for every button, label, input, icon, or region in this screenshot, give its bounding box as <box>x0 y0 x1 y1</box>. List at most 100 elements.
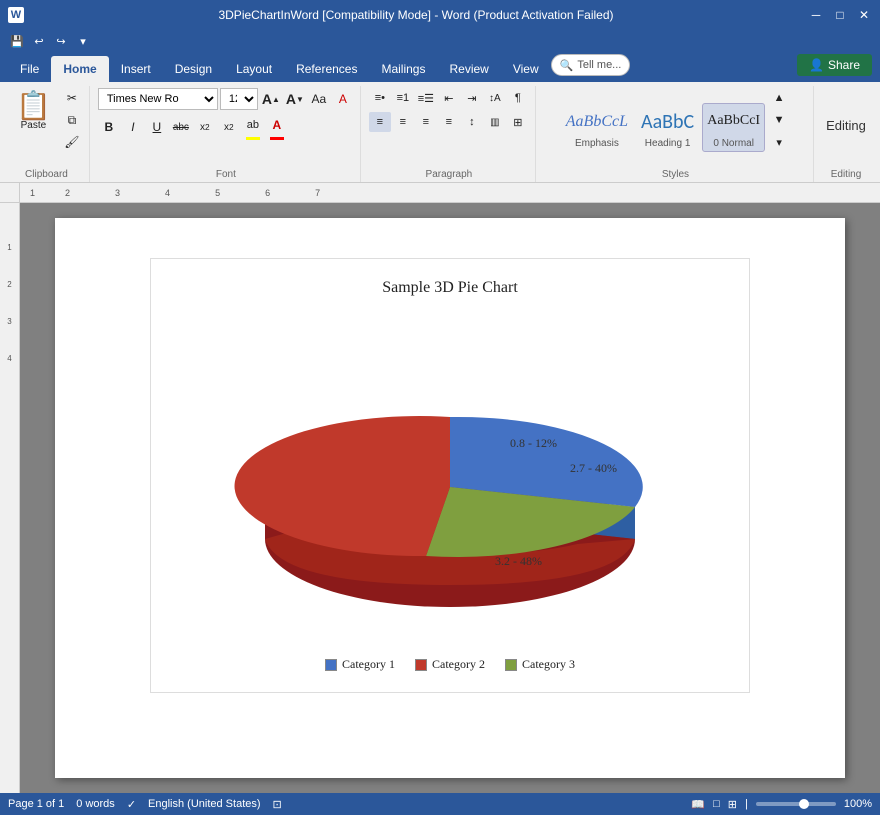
font-row-1: Times New Ro 12 A▲ A▼ Aa A <box>98 88 354 110</box>
font-row-2: B I U abc x2 x2 ab A <box>98 114 354 140</box>
minimize-button[interactable]: ─ <box>808 7 824 23</box>
close-button[interactable]: ✕ <box>856 7 872 23</box>
tab-view[interactable]: View <box>501 56 551 82</box>
increase-indent-button[interactable]: ⇥ <box>461 88 483 108</box>
doc-wrapper: 1 2 3 4 5 6 7 Sample 3D Pie Chart <box>20 183 880 793</box>
document-page: Sample 3D Pie Chart <box>55 218 845 778</box>
underline-button[interactable]: U <box>146 116 168 138</box>
clipboard-small-buttons: ✂ ⧉ 🖌 <box>61 88 83 152</box>
legend-color-cat2 <box>415 659 427 671</box>
share-button[interactable]: 👤 Share <box>797 54 872 76</box>
subscript-button[interactable]: x2 <box>194 116 216 138</box>
align-left-button[interactable]: ≡ <box>369 112 391 132</box>
tab-home[interactable]: Home <box>51 56 108 82</box>
restore-button[interactable]: □ <box>832 7 848 23</box>
font-group: Times New Ro 12 A▲ A▼ Aa A B I U abc x2 … <box>92 86 361 182</box>
tab-layout[interactable]: Layout <box>224 56 284 82</box>
text-highlight-wrapper: ab <box>242 114 264 140</box>
copy-button[interactable]: ⧉ <box>61 110 83 130</box>
tab-references[interactable]: References <box>284 56 369 82</box>
strikethrough-button[interactable]: abc <box>170 116 192 138</box>
spell-check-icon[interactable]: ✓ <box>127 798 136 811</box>
tab-mailings[interactable]: Mailings <box>369 56 437 82</box>
document-area: 1 2 3 4 1 2 3 4 5 6 7 Sample 3D Pie Char… <box>0 183 880 793</box>
customize-quick-button[interactable]: ▾ <box>74 32 92 50</box>
view-read-icon[interactable]: 📖 <box>691 798 705 811</box>
chart-title: Sample 3D Pie Chart <box>382 279 518 297</box>
text-color-wrapper: A <box>266 114 288 140</box>
shrink-font-button[interactable]: A▼ <box>284 88 306 110</box>
view-web-icon[interactable]: ⊞ <box>728 798 737 811</box>
tell-me-input[interactable]: 🔍 Tell me... <box>551 54 631 76</box>
text-color-bar <box>270 137 284 140</box>
styles-scroll-up[interactable]: ▲ <box>768 88 790 108</box>
style-emphasis[interactable]: AaBbCcL Emphasis <box>561 103 633 152</box>
paste-button[interactable]: 📋 Paste <box>10 88 57 135</box>
grow-font-button[interactable]: A▲ <box>260 88 282 110</box>
cat1-label: 2.7 - 40% <box>570 461 617 475</box>
bullets-button[interactable]: ≡• <box>369 88 391 108</box>
ruler-horizontal: 1 2 3 4 5 6 7 <box>20 183 880 203</box>
zoom-slider[interactable] <box>756 802 836 806</box>
status-bar: Page 1 of 1 0 words ✓ English (United St… <box>0 793 880 815</box>
clear-format-button[interactable]: A <box>332 88 354 110</box>
tell-me-label: Tell me... <box>577 59 621 71</box>
styles-scroll-down[interactable]: ▼ <box>768 110 790 130</box>
cut-button[interactable]: ✂ <box>61 88 83 108</box>
chart-container[interactable]: Sample 3D Pie Chart <box>150 258 750 693</box>
tab-design[interactable]: Design <box>163 56 224 82</box>
text-highlight-button[interactable]: ab <box>242 114 264 136</box>
clipboard-label: Clipboard <box>25 169 68 180</box>
normal-preview: AaBbCcI <box>707 106 760 138</box>
paragraph-group: ≡• ≡1 ≡☰ ⇤ ⇥ ↕A ¶ ≡ ≡ ≡ ≡ ↕ ▥ ⊞ Paragrap… <box>363 86 536 182</box>
styles-label: Styles <box>662 169 689 180</box>
font-label: Font <box>216 169 236 180</box>
legend-item-cat3: Category 3 <box>505 657 575 672</box>
redo-quick-button[interactable]: ↪ <box>52 32 70 50</box>
search-icon: 🔍 <box>560 59 574 72</box>
show-marks-button[interactable]: ¶ <box>507 88 529 108</box>
ribbon: 📋 Paste ✂ ⧉ 🖌 Clipboard Times New Ro 12 … <box>0 82 880 183</box>
tab-insert[interactable]: Insert <box>109 56 163 82</box>
editing-label: Editing <box>831 169 862 180</box>
styles-more[interactable]: ▾ <box>768 132 790 152</box>
ruler-v-ticks: 1 2 3 4 <box>0 203 19 793</box>
line-spacing-button[interactable]: ↕ <box>461 112 483 132</box>
legend-color-cat1 <box>325 659 337 671</box>
change-case-button[interactable]: Aa <box>308 88 330 110</box>
emphasis-preview: AaBbCcL <box>566 106 628 138</box>
font-size-select[interactable]: 12 <box>220 88 258 110</box>
justify-button[interactable]: ≡ <box>438 112 460 132</box>
multilevel-button[interactable]: ≡☰ <box>415 88 437 108</box>
sort-button[interactable]: ↕A <box>484 88 506 108</box>
font-name-select[interactable]: Times New Ro <box>98 88 218 110</box>
style-normal[interactable]: AaBbCcI 0 Normal <box>702 103 765 152</box>
tab-review[interactable]: Review <box>437 56 500 82</box>
align-right-button[interactable]: ≡ <box>415 112 437 132</box>
undo-quick-button[interactable]: ↩ <box>30 32 48 50</box>
title-bar-left: W <box>8 7 24 23</box>
align-center-button[interactable]: ≡ <box>392 112 414 132</box>
tab-file[interactable]: File <box>8 56 51 82</box>
numbering-button[interactable]: ≡1 <box>392 88 414 108</box>
borders-button[interactable]: ⊞ <box>507 112 529 132</box>
clipboard-group: 📋 Paste ✂ ⧉ 🖌 Clipboard <box>4 86 90 182</box>
title-bar: W 3DPieChartInWord [Compatibility Mode] … <box>0 0 880 30</box>
page-count: Page 1 of 1 <box>8 798 64 810</box>
title-bar-controls: ─ □ ✕ <box>808 7 872 23</box>
save-quick-button[interactable]: 💾 <box>8 32 26 50</box>
shading-button[interactable]: ▥ <box>484 112 506 132</box>
text-color-button[interactable]: A <box>266 114 288 136</box>
format-painter-button[interactable]: 🖌 <box>61 132 83 152</box>
bold-button[interactable]: B <box>98 116 120 138</box>
paragraph-label: Paragraph <box>426 169 473 180</box>
ruler-corner <box>0 183 19 203</box>
quick-access-toolbar: 💾 ↩ ↪ ▾ <box>0 30 880 52</box>
view-print-icon[interactable]: □ <box>713 798 720 810</box>
style-heading1[interactable]: AaBbC Heading 1 <box>636 103 699 152</box>
italic-button[interactable]: I <box>122 116 144 138</box>
decrease-indent-button[interactable]: ⇤ <box>438 88 460 108</box>
superscript-button[interactable]: x2 <box>218 116 240 138</box>
legend-color-cat3 <box>505 659 517 671</box>
language: English (United States) <box>148 798 261 810</box>
